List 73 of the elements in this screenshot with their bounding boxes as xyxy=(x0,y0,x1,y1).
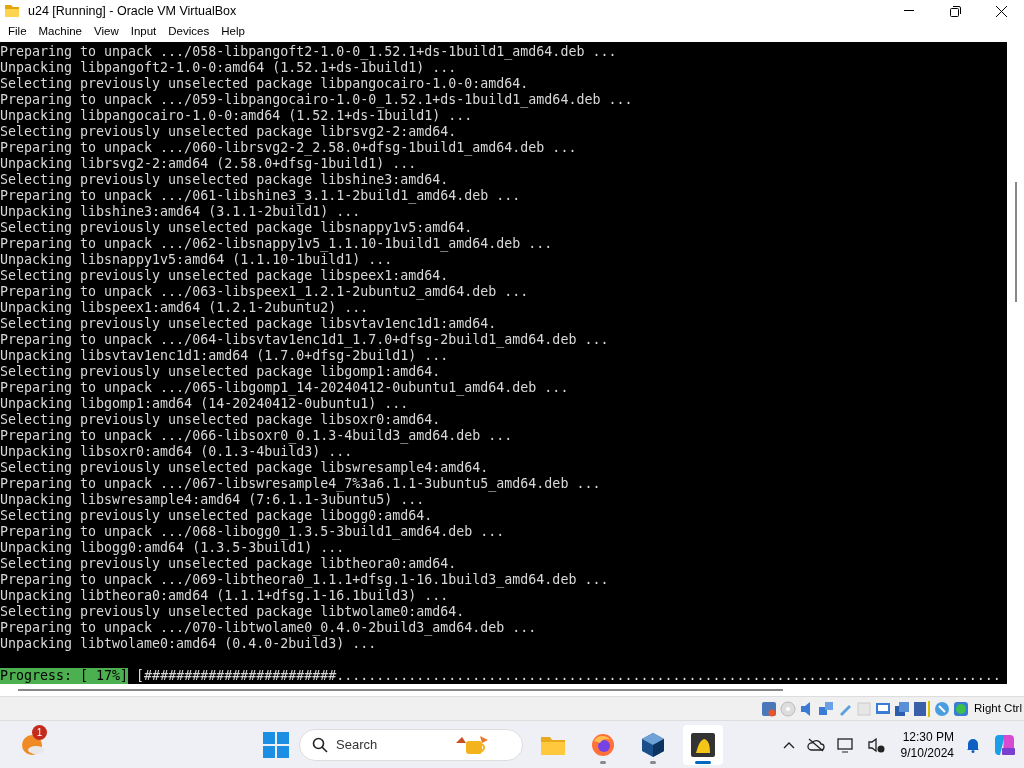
terminal-line: Selecting previously unselected package libspeex1:amd64. xyxy=(0,267,449,284)
search-icon xyxy=(312,736,328,753)
menu-item[interactable]: Input xyxy=(124,23,163,41)
terminal-line: Selecting previously unselected package libsvtav1enc1d1:amd64. xyxy=(0,315,497,332)
close-icon xyxy=(995,5,1007,17)
terminal-line: Unpacking libpangocairo-1.0-0:amd64 (1.52.1+ds-1build1) ... xyxy=(0,107,473,124)
terminal-line: Selecting previously unselected package libgomp1:amd64. xyxy=(0,363,441,380)
terminal-line: Preparing to unpack .../063-libspeex1_1.2.1-2ubuntu2_amd64.deb ... xyxy=(0,283,529,300)
terminal-line: Unpacking libsoxr0:amd64 (0.1.3-4build3) ... xyxy=(0,443,353,460)
terminal-line: Preparing to unpack .../068-libogg0_1.3.5-3build1_amd64.deb ... xyxy=(0,523,505,540)
monitor-icon[interactable] xyxy=(875,700,892,717)
windows-logo-icon[interactable] xyxy=(263,731,289,758)
notification-badge: 1 xyxy=(32,725,47,741)
terminal-line: Selecting previously unselected package libsnappy1v5:amd64. xyxy=(0,219,473,236)
terminal-line: Selecting previously unselected package libtwolame0:amd64. xyxy=(0,603,465,620)
terminal-line: Preparing to unpack .../061-libshine3_3.1.1-2build1_amd64.deb ... xyxy=(0,187,521,204)
progress-bar-text: [########################................................................................................... xyxy=(136,667,1001,684)
terminal-line: Selecting previously unselected package libtheora0:amd64. xyxy=(0,555,457,572)
cloud-off-icon[interactable] xyxy=(806,737,825,752)
terminal-line: Unpacking libogg0:amd64 (1.3.5-3build1) ... xyxy=(0,539,345,556)
menu-item[interactable]: Help xyxy=(215,23,251,41)
terminal-line: Selecting previously unselected package libsoxr0:amd64. xyxy=(0,411,441,428)
window-title: u24 [Running] - Oracle VM VirtualBox xyxy=(28,2,237,20)
terminal-line: Unpacking librsvg2-2:amd64 (2.58.0+dfsg-1build1) ... xyxy=(0,155,417,172)
globe-icon xyxy=(591,732,615,757)
terminal-line: Unpacking libpangoft2-1.0-0:amd64 (1.52.1+ds-1build1) ... xyxy=(0,59,457,76)
terminal-line: Unpacking libsvtav1enc1d1:amd64 (1.7.0+dfsg-2build1) ... xyxy=(0,347,449,364)
terminal-line: Preparing to unpack .../060-librsvg2-2_2.58.0+dfsg-1build1_amd64.deb ... xyxy=(0,139,577,156)
monitor-icon[interactable] xyxy=(836,736,855,753)
terminal-line: Unpacking libtwolame0:amd64 (0.4.0-2build3) ... xyxy=(0,635,377,652)
terminal-line: Unpacking libsnappy1v5:amd64 (1.1.10-1build1) ... xyxy=(0,251,393,268)
time-label: 12:30 PM xyxy=(902,728,954,745)
windows-stack-icon[interactable] xyxy=(894,700,911,717)
terminal-line: Preparing to unpack .../058-libpangoft2-1.0-0_1.52.1+ds-1build1_amd64.deb ... xyxy=(0,43,617,60)
bell-icon xyxy=(691,732,715,757)
terminal-line: Unpacking libswresample4:amd64 (7:6.1.1-3ubuntu5) ... xyxy=(0,491,425,508)
terminal-line: Unpacking libtheora0:amd64 (1.1.1+dfsg.1-16.1build3) ... xyxy=(0,587,449,604)
taskbar-app[interactable] xyxy=(683,724,723,765)
terminal-line: Preparing to unpack .../064-libsvtav1enc1d1_1.7.0+dfsg-2build1_amd64.deb ... xyxy=(0,331,609,348)
search-input[interactable]: Search xyxy=(336,734,446,755)
terminal-line: Unpacking libspeex1:amd64 (1.2.1-2ubuntu2) ... xyxy=(0,299,369,316)
terminal-line: Preparing to unpack .../067-libswresample4_7%3a6.1.1-3ubuntu5_amd64.deb ... xyxy=(0,475,601,492)
bell-icon[interactable] xyxy=(966,736,980,753)
terminal-line: Selecting previously unselected package libshine3:amd64. xyxy=(0,171,449,188)
terminal-line: Preparing to unpack .../059-libpangocairo-1.0-0_1.52.1+ds-1build1_amd64.deb ... xyxy=(0,91,633,108)
terminal-line: Unpacking libshine3:amd64 (3.1.1-2build1) ... xyxy=(0,203,361,220)
terminal-line: Selecting previously unselected package librsvg2-2:amd64. xyxy=(0,123,457,140)
progress-label: Progress: [ 17%] xyxy=(0,667,129,684)
menu-item[interactable]: File xyxy=(2,23,33,41)
terminal-line: Selecting previously unselected package libswresample4:amd64. xyxy=(0,459,489,476)
chevron-up-icon[interactable] xyxy=(782,740,795,749)
menu-item[interactable]: Devices xyxy=(162,23,216,41)
cube-icon xyxy=(641,731,665,758)
menu-item[interactable]: Machine xyxy=(32,23,88,41)
terminal-line: Preparing to unpack .../070-libtwolame0_0.4.0-2build3_amd64.deb ... xyxy=(0,619,537,636)
terminal-line: Selecting previously unselected package libpangocairo-1.0-0:amd64. xyxy=(0,75,529,92)
horizontal-scrollbar[interactable] xyxy=(0,684,1024,697)
restore-icon xyxy=(949,5,961,17)
network-icon[interactable] xyxy=(818,700,835,717)
terminal-line: Unpacking libgomp1:amd64 (14-20240412-0ubuntu1) ... xyxy=(0,395,409,412)
clock[interactable]: 12:30 PM 9/10/2024 xyxy=(900,728,954,761)
terminal-line: Preparing to unpack .../062-libsnappy1v5_1.1.10-1build1_amd64.deb ... xyxy=(0,235,553,252)
search-field[interactable]: Search xyxy=(299,728,523,761)
terminal-line: Preparing to unpack .../065-libgomp1_14-20240412-0ubuntu1_amd64.deb ... xyxy=(0,379,569,396)
minimize-icon xyxy=(904,10,914,12)
host-key-label: Right Ctrl xyxy=(974,701,1022,717)
terminal-line: Preparing to unpack .../069-libtheora0_1.1.1+dfsg.1-16.1build3_amd64.deb ... xyxy=(0,571,609,588)
speaker-muted-icon[interactable] xyxy=(866,736,885,753)
terminal-line: Selecting previously unselected package libogg0:amd64. xyxy=(0,507,433,524)
menu-item[interactable]: View xyxy=(88,23,125,41)
terminal-line: Preparing to unpack .../066-libsoxr0_0.1.3-4build3_amd64.deb ... xyxy=(0,427,513,444)
date-label: 9/10/2024 xyxy=(900,744,954,761)
assistant-icon[interactable] xyxy=(992,732,1016,757)
